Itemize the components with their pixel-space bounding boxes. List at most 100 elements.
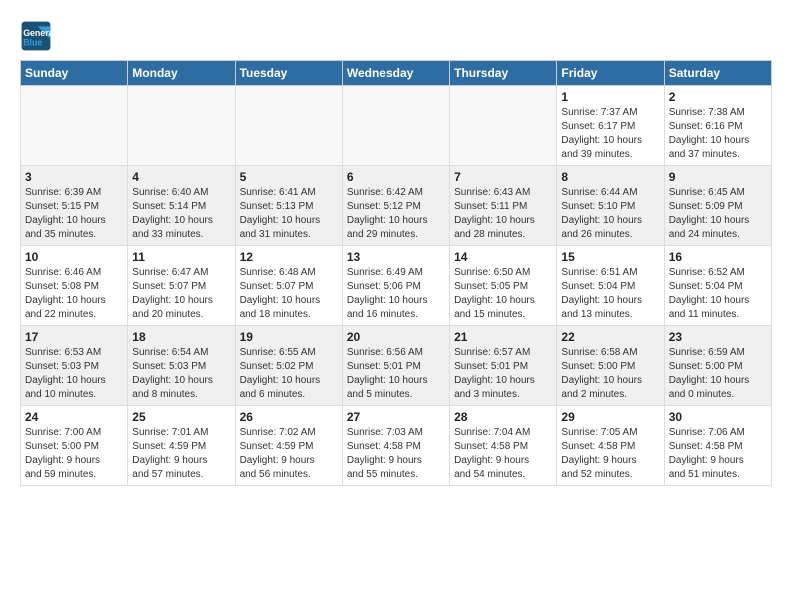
calendar-cell: 30 Sunrise: 7:06 AM Sunset: 4:58 PM Dayli… [664,406,771,486]
day-number: 27 [347,410,445,424]
day-info: Sunrise: 7:05 AM Sunset: 4:58 PM Dayligh… [561,426,659,482]
day-info: Sunrise: 6:42 AM Sunset: 5:12 PM Dayligh… [347,186,445,242]
svg-text:General: General [23,28,52,38]
calendar-cell: 2 Sunrise: 7:38 AM Sunset: 6:16 PM Daylig… [664,86,771,166]
day-number: 2 [669,90,767,104]
day-info: Sunrise: 6:41 AM Sunset: 5:13 PM Dayligh… [240,186,338,242]
calendar-cell: 5 Sunrise: 6:41 AM Sunset: 5:13 PM Daylig… [235,166,342,246]
calendar-cell: 7 Sunrise: 6:43 AM Sunset: 5:11 PM Daylig… [450,166,557,246]
calendar-cell: 13 Sunrise: 6:49 AM Sunset: 5:06 PM Dayli… [342,246,449,326]
calendar-week-3: 10 Sunrise: 6:46 AM Sunset: 5:08 PM Dayli… [21,246,772,326]
day-number: 14 [454,250,552,264]
weekday-header-tuesday: Tuesday [235,61,342,86]
calendar-week-2: 3Sunrise: 6:39 AM Sunset: 5:15 PM Daylig… [21,166,772,246]
calendar-cell: 3Sunrise: 6:39 AM Sunset: 5:15 PM Daylig… [21,166,128,246]
day-info: Sunrise: 6:59 AM Sunset: 5:00 PM Dayligh… [669,346,767,402]
day-info: Sunrise: 7:38 AM Sunset: 6:16 PM Dayligh… [669,106,767,162]
calendar-cell [235,86,342,166]
day-info: Sunrise: 6:53 AM Sunset: 5:03 PM Dayligh… [25,346,123,402]
day-number: 9 [669,170,767,184]
calendar-cell: 12 Sunrise: 6:48 AM Sunset: 5:07 PM Dayli… [235,246,342,326]
day-info: Sunrise: 6:52 AM Sunset: 5:04 PM Dayligh… [669,266,767,322]
calendar-cell: 11 Sunrise: 6:47 AM Sunset: 5:07 PM Dayli… [128,246,235,326]
day-info: Sunrise: 7:06 AM Sunset: 4:58 PM Dayligh… [669,426,767,482]
day-number: 1 [561,90,659,104]
day-info: Sunrise: 6:54 AM Sunset: 5:03 PM Dayligh… [132,346,230,402]
day-number: 28 [454,410,552,424]
calendar-cell [128,86,235,166]
day-number: 5 [240,170,338,184]
logo: General Blue [20,20,52,52]
day-number: 13 [347,250,445,264]
day-info: Sunrise: 6:44 AM Sunset: 5:10 PM Dayligh… [561,186,659,242]
day-info: Sunrise: 6:51 AM Sunset: 5:04 PM Dayligh… [561,266,659,322]
day-info: Sunrise: 7:04 AM Sunset: 4:58 PM Dayligh… [454,426,552,482]
day-number: 25 [132,410,230,424]
day-info: Sunrise: 6:39 AM Sunset: 5:15 PM Dayligh… [25,186,123,242]
day-info: Sunrise: 6:55 AM Sunset: 5:02 PM Dayligh… [240,346,338,402]
day-number: 26 [240,410,338,424]
day-info: Sunrise: 6:43 AM Sunset: 5:11 PM Dayligh… [454,186,552,242]
day-info: Sunrise: 6:40 AM Sunset: 5:14 PM Dayligh… [132,186,230,242]
weekday-header-monday: Monday [128,61,235,86]
calendar-cell: 20Sunrise: 6:56 AM Sunset: 5:01 PM Dayli… [342,326,449,406]
day-info: Sunrise: 6:58 AM Sunset: 5:00 PM Dayligh… [561,346,659,402]
day-number: 21 [454,330,552,344]
calendar-cell: 19 Sunrise: 6:55 AM Sunset: 5:02 PM Dayli… [235,326,342,406]
calendar-cell: 14 Sunrise: 6:50 AM Sunset: 5:05 PM Dayli… [450,246,557,326]
day-number: 16 [669,250,767,264]
day-number: 17 [25,330,123,344]
calendar-cell: 29 Sunrise: 7:05 AM Sunset: 4:58 PM Dayli… [557,406,664,486]
weekday-header-friday: Friday [557,61,664,86]
calendar-cell: 6 Sunrise: 6:42 AM Sunset: 5:12 PM Daylig… [342,166,449,246]
calendar-cell: 1 Sunrise: 7:37 AM Sunset: 6:17 PM Daylig… [557,86,664,166]
calendar-cell: 18 Sunrise: 6:54 AM Sunset: 5:03 PM Dayli… [128,326,235,406]
calendar-cell [342,86,449,166]
day-info: Sunrise: 7:37 AM Sunset: 6:17 PM Dayligh… [561,106,659,162]
day-info: Sunrise: 7:01 AM Sunset: 4:59 PM Dayligh… [132,426,230,482]
weekday-header-thursday: Thursday [450,61,557,86]
day-number: 24 [25,410,123,424]
day-info: Sunrise: 7:00 AM Sunset: 5:00 PM Dayligh… [25,426,123,482]
calendar-week-4: 17 Sunrise: 6:53 AM Sunset: 5:03 PM Dayli… [21,326,772,406]
calendar-cell [450,86,557,166]
calendar-week-5: 24 Sunrise: 7:00 AM Sunset: 5:00 PM Dayli… [21,406,772,486]
day-number: 11 [132,250,230,264]
day-number: 20 [347,330,445,344]
day-info: Sunrise: 6:47 AM Sunset: 5:07 PM Dayligh… [132,266,230,322]
calendar-cell: 4 Sunrise: 6:40 AM Sunset: 5:14 PM Daylig… [128,166,235,246]
weekday-header-sunday: Sunday [21,61,128,86]
calendar-cell: 24 Sunrise: 7:00 AM Sunset: 5:00 PM Dayli… [21,406,128,486]
header: General Blue [20,16,772,52]
weekday-header-row: SundayMondayTuesdayWednesdayThursdayFrid… [21,61,772,86]
day-info: Sunrise: 6:45 AM Sunset: 5:09 PM Dayligh… [669,186,767,242]
day-number: 12 [240,250,338,264]
day-number: 19 [240,330,338,344]
day-number: 6 [347,170,445,184]
day-number: 10 [25,250,123,264]
day-number: 30 [669,410,767,424]
day-info: Sunrise: 6:57 AM Sunset: 5:01 PM Dayligh… [454,346,552,402]
calendar-cell: 17 Sunrise: 6:53 AM Sunset: 5:03 PM Dayli… [21,326,128,406]
svg-text:Blue: Blue [23,38,42,48]
day-info: Sunrise: 6:48 AM Sunset: 5:07 PM Dayligh… [240,266,338,322]
day-info: Sunrise: 6:49 AM Sunset: 5:06 PM Dayligh… [347,266,445,322]
calendar-cell: 16 Sunrise: 6:52 AM Sunset: 5:04 PM Dayli… [664,246,771,326]
calendar-cell: 27 Sunrise: 7:03 AM Sunset: 4:58 PM Dayli… [342,406,449,486]
day-number: 29 [561,410,659,424]
calendar-cell: 15Sunrise: 6:51 AM Sunset: 5:04 PM Dayli… [557,246,664,326]
calendar-cell: 26Sunrise: 7:02 AM Sunset: 4:59 PM Dayli… [235,406,342,486]
calendar-table: SundayMondayTuesdayWednesdayThursdayFrid… [20,60,772,486]
day-info: Sunrise: 6:50 AM Sunset: 5:05 PM Dayligh… [454,266,552,322]
calendar-cell: 21 Sunrise: 6:57 AM Sunset: 5:01 PM Dayli… [450,326,557,406]
day-info: Sunrise: 6:46 AM Sunset: 5:08 PM Dayligh… [25,266,123,322]
calendar-week-1: 1 Sunrise: 7:37 AM Sunset: 6:17 PM Daylig… [21,86,772,166]
day-number: 22 [561,330,659,344]
day-info: Sunrise: 7:03 AM Sunset: 4:58 PM Dayligh… [347,426,445,482]
day-number: 7 [454,170,552,184]
day-number: 4 [132,170,230,184]
logo-icon: General Blue [20,20,52,52]
weekday-header-saturday: Saturday [664,61,771,86]
calendar-cell: 10 Sunrise: 6:46 AM Sunset: 5:08 PM Dayli… [21,246,128,326]
day-number: 18 [132,330,230,344]
